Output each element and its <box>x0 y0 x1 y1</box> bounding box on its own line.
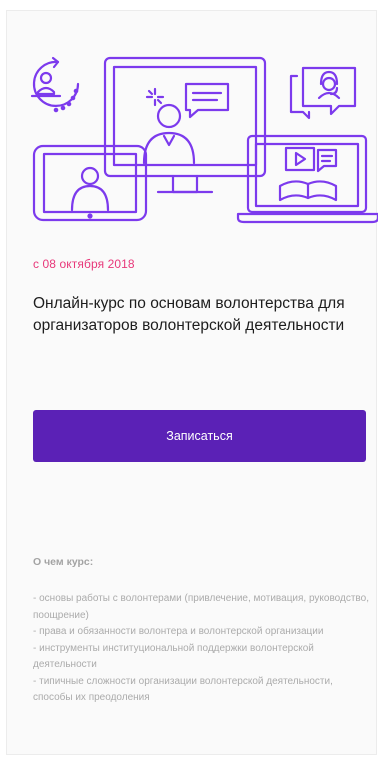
list-item: - типичные сложности организации волонте… <box>33 675 333 704</box>
list-item: - права и обязанности волонтера и волонт… <box>33 626 324 637</box>
video-play-icon <box>284 146 338 173</box>
sparkle-icon <box>145 87 165 107</box>
monitor-icon <box>103 56 267 194</box>
course-title: Онлайн-курс по основам волонтерства для … <box>33 295 345 334</box>
refresh-user-icon <box>30 56 80 113</box>
list-item: - основы работы с волонтерами (привлечен… <box>33 593 369 621</box>
speech-bubble-icon <box>184 82 230 119</box>
headset-icon <box>289 66 357 120</box>
online-course-illustration <box>30 56 378 224</box>
list-item: - инструменты институциональной поддержк… <box>33 642 314 671</box>
about-list: - основы работы с волонтерами (привлечен… <box>33 591 369 707</box>
book-icon <box>278 180 338 202</box>
signup-button[interactable]: Записаться <box>33 410 366 462</box>
tablet-icon <box>32 144 148 222</box>
person-icon <box>142 103 196 165</box>
page: с 08 октября 2018 Онлайн-курс по основам… <box>0 0 389 765</box>
about-heading: О чем курс: <box>33 556 94 568</box>
course-date: с 08 октября 2018 <box>33 257 135 271</box>
